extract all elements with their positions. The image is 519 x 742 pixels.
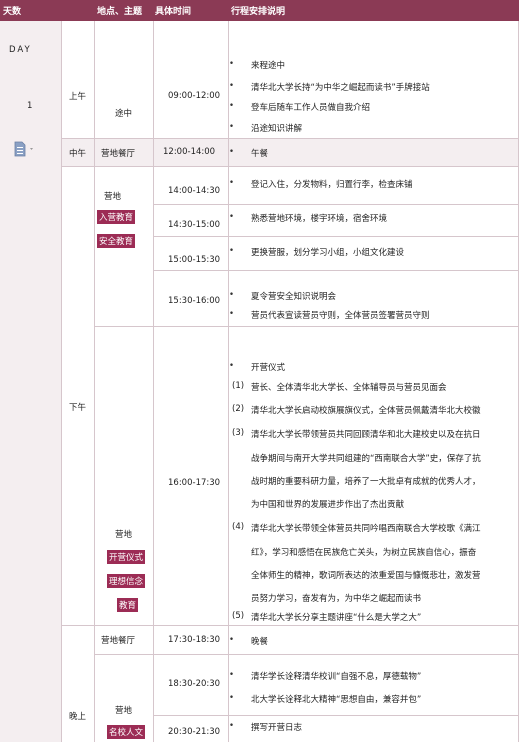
grid-line bbox=[153, 21, 154, 742]
day-number: 1 bbox=[27, 101, 33, 111]
item-text: 营长、全体清华北大学长、全体辅导员与营员见面会 bbox=[251, 383, 447, 393]
item-number: (5) bbox=[232, 611, 245, 621]
tag-opening-ceremony: 开营仪式 bbox=[107, 550, 146, 564]
desc-item: 沿途知识讲解 bbox=[229, 122, 302, 134]
desc-line: 红》，学习和感悟在民族危亡关头，为树立民族自信心，振奋 bbox=[251, 548, 477, 558]
time-cell: 18:30-20:30 bbox=[168, 679, 221, 689]
time-cell: 17:30-18:30 bbox=[168, 635, 221, 645]
desc-item: 撰写开营日志 bbox=[229, 721, 302, 733]
desc-line: 战争期间与南开大学共同组建的“西南联合大学”史，保存了抗 bbox=[251, 454, 481, 464]
desc-item: 清华北大学长持“为中华之崛起而读书”手牌接站 bbox=[229, 81, 430, 93]
time-cell: 15:30-16:00 bbox=[168, 296, 221, 306]
desc-numbered-item: (2) 清华北大学长启动校旗展旗仪式，全体营员佩戴清华北大校徽 bbox=[232, 404, 481, 416]
tag-education: 教育 bbox=[117, 598, 139, 612]
desc-line: 为中国和世界的发展进步作出了杰出贡献 bbox=[251, 500, 405, 510]
grid-line bbox=[153, 715, 519, 716]
time-cell: 12:00-14:00 bbox=[163, 147, 216, 157]
tag-famous-school: 名校人文 bbox=[107, 725, 146, 739]
place-camp: 营地 bbox=[104, 192, 122, 202]
time-cell: 14:00-14:30 bbox=[168, 186, 221, 196]
place-camp: 营地 bbox=[115, 530, 133, 540]
item-text: 清华北大学长带领全体营员共同吟唱西南联合大学校歌《满江 bbox=[251, 524, 481, 534]
tag-entry-education: 入营教育 bbox=[97, 210, 136, 224]
desc-numbered-item: (4) 清华北大学长带领全体营员共同吟唱西南联合大学校歌《满江 bbox=[232, 522, 481, 534]
desc-item: 清华学长诠释清华校训“自强不息，厚德载物” bbox=[229, 670, 421, 682]
table-header: 天数 地点、主题 具体时间 行程安排说明 bbox=[0, 0, 519, 21]
desc-item: 开营仪式 bbox=[229, 361, 285, 373]
time-cell: 15:00-15:30 bbox=[168, 255, 221, 265]
time-cell: 14:30-15:00 bbox=[168, 220, 221, 230]
item-number: (1) bbox=[232, 381, 245, 391]
item-text: 清华北大学长启动校旗展旗仪式，全体营员佩戴清华北大校徽 bbox=[251, 406, 481, 416]
period-morning: 上午 bbox=[69, 92, 87, 102]
header-place: 地点、主题 bbox=[97, 7, 143, 17]
desc-line: 战时期的重要科研力量，培养了一大批卓有成就的优秀人才， bbox=[251, 477, 481, 487]
grid-line bbox=[94, 654, 519, 655]
desc-item: 北大学长诠释北大精神“思想自由，兼容并包” bbox=[229, 693, 421, 705]
item-text: 清华北大学长带领营员共同回顾清华和北大建校史以及在抗日 bbox=[251, 430, 481, 440]
desc-item: 登车后随车工作人员做自我介绍 bbox=[229, 101, 370, 113]
time-cell: 16:00-17:30 bbox=[168, 478, 221, 488]
tag-ideal-belief: 理想信念 bbox=[107, 574, 146, 588]
desc-item: 更换营服，划分学习小组，小组文化建设 bbox=[229, 246, 404, 258]
header-day: 天数 bbox=[3, 7, 22, 17]
desc-item: 来程途中 bbox=[229, 59, 285, 71]
item-number: (2) bbox=[232, 404, 245, 414]
period-evening: 晚上 bbox=[69, 712, 87, 722]
tag-safety-education: 安全教育 bbox=[97, 234, 136, 248]
place-restaurant: 营地餐厅 bbox=[101, 149, 136, 159]
header-desc: 行程安排说明 bbox=[231, 7, 286, 17]
desc-line: 员努力学习，奋发有为，为中华之崛起而读书 bbox=[251, 594, 422, 604]
grid-line bbox=[61, 625, 519, 626]
desc-numbered-item: (5) 清华北大学长分享主题讲座“什么是大学之大” bbox=[232, 611, 422, 623]
desc-item: 晚餐 bbox=[229, 635, 268, 647]
place-onroad: 途中 bbox=[115, 109, 133, 119]
grid-line bbox=[153, 204, 519, 205]
grid-line bbox=[153, 236, 519, 237]
header-time: 具体时间 bbox=[155, 7, 192, 17]
desc-numbered-item: (3) 清华北大学长带领营员共同回顾清华和北大建校史以及在抗日 bbox=[232, 428, 481, 440]
period-noon: 中午 bbox=[69, 149, 87, 159]
time-cell: 09:00-12:00 bbox=[168, 91, 221, 101]
desc-item: 营员代表宣读营员守则，全体营员签署营员守则 bbox=[229, 309, 429, 321]
item-text: 清华北大学长分享主题讲座“什么是大学之大” bbox=[251, 613, 422, 623]
grid-line bbox=[94, 21, 95, 742]
item-number: (3) bbox=[232, 428, 245, 438]
desc-item: 熟悉营地环境，楼宇环境，宿舍环境 bbox=[229, 212, 387, 224]
period-afternoon: 下午 bbox=[69, 403, 87, 413]
place-restaurant: 营地餐厅 bbox=[101, 636, 136, 646]
grid-line bbox=[61, 21, 62, 742]
grid-line bbox=[61, 166, 519, 167]
desc-item: 登记入住，分发物料，归置行李，检查床铺 bbox=[229, 178, 412, 190]
place-camp: 营地 bbox=[115, 706, 133, 716]
desc-item: 夏令营安全知识说明会 bbox=[229, 290, 336, 302]
grid-line bbox=[94, 326, 519, 327]
time-cell: 20:30-21:30 bbox=[168, 727, 221, 737]
document-icon[interactable] bbox=[14, 141, 33, 157]
grid-line bbox=[153, 270, 519, 271]
desc-line: 全体师生的精神，歌词所表达的浓重爱国与慷慨悲壮，激发营 bbox=[251, 571, 481, 581]
desc-numbered-item: (1) 营长、全体清华北大学长、全体辅导员与营员见面会 bbox=[232, 381, 447, 393]
grid-line bbox=[61, 138, 519, 139]
item-number: (4) bbox=[232, 522, 245, 532]
desc-item: 午餐 bbox=[229, 147, 268, 159]
day-column-shade bbox=[0, 21, 61, 742]
day-label: DAY bbox=[9, 45, 32, 55]
